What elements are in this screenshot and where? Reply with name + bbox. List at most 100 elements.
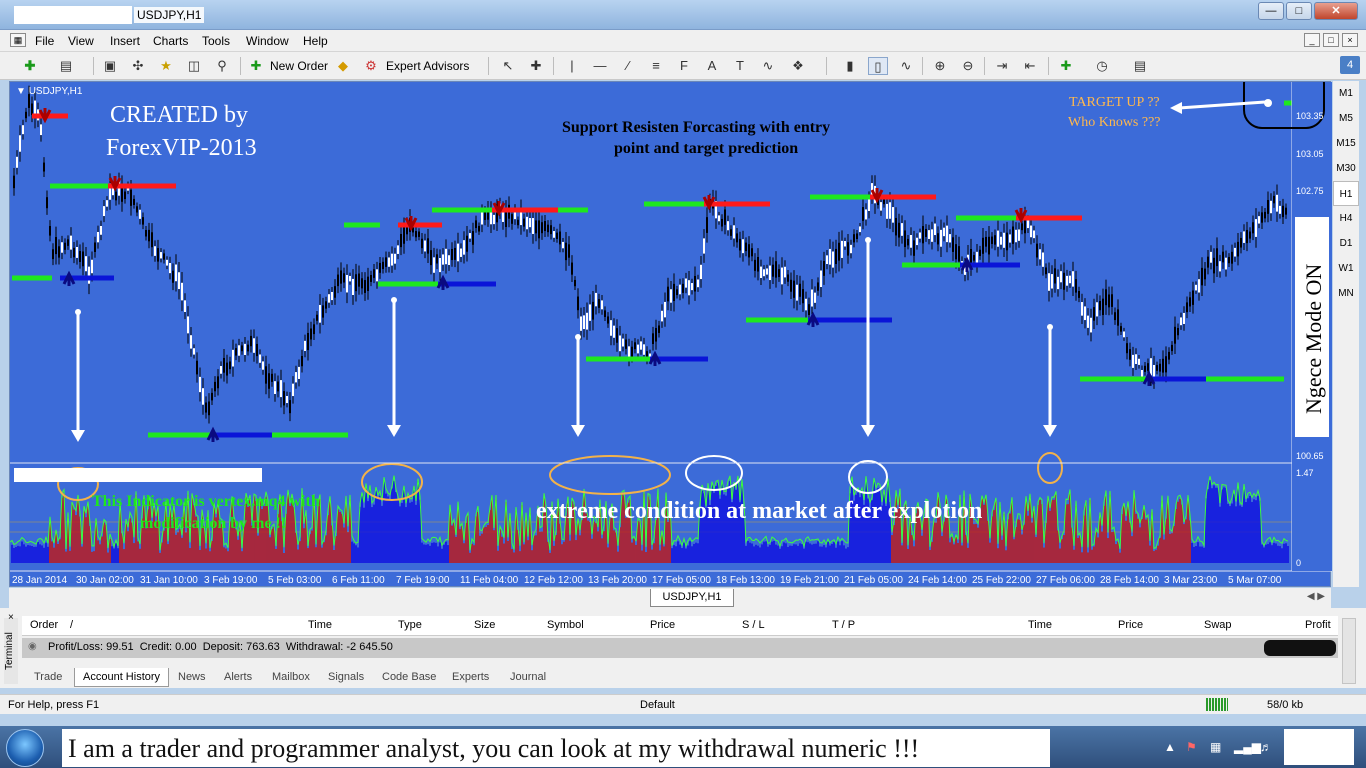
tab-code-base[interactable]: Code Base [376, 670, 442, 684]
templates-icon[interactable]: ▤ [1130, 57, 1150, 75]
bar-chart-icon[interactable]: ▮ [840, 57, 860, 75]
timeframe-m30[interactable]: M30 [1333, 156, 1359, 181]
maximize-button[interactable]: □ [1286, 2, 1312, 20]
fibonacci-icon[interactable]: F [674, 57, 694, 75]
horizontal-line-icon[interactable]: — [590, 57, 610, 75]
network-icon[interactable]: ▂▄▆ [1234, 740, 1261, 754]
candle-body [925, 228, 927, 237]
minimize-button[interactable]: — [1258, 2, 1284, 20]
data-window-icon[interactable]: ✣ [128, 57, 148, 75]
timeframe-m1[interactable]: M1 [1333, 81, 1359, 106]
col-close-price[interactable]: Price [1118, 619, 1143, 631]
tab-alerts[interactable]: Alerts [218, 670, 258, 684]
clock-area[interactable] [1284, 729, 1354, 765]
menu-insert[interactable]: Insert [110, 34, 140, 48]
start-button[interactable] [6, 729, 44, 767]
toolbar-badge[interactable]: 4 [1340, 56, 1360, 74]
expert-advisors-button[interactable]: Expert Advisors [386, 59, 469, 73]
child-restore-button[interactable]: □ [1323, 33, 1339, 47]
tab-account-history[interactable]: Account History [74, 668, 170, 687]
volume-icon[interactable]: ♬ [1260, 740, 1272, 754]
terminal-scrollbar[interactable] [1342, 618, 1356, 684]
timeframe-mn[interactable]: MN [1333, 281, 1359, 306]
tab-journal[interactable]: Journal [504, 670, 552, 684]
col-tp[interactable]: T / P [832, 619, 855, 631]
menu-window[interactable]: Window [246, 34, 289, 48]
elliott-wave-icon[interactable]: ∿ [758, 57, 778, 75]
zoom-out-icon[interactable]: ⊖ [958, 57, 978, 75]
navigator-icon[interactable]: ★ [156, 57, 176, 75]
text-label-icon[interactable]: T [730, 57, 750, 75]
close-button[interactable]: ✕ [1314, 2, 1358, 20]
col-profit[interactable]: Profit [1305, 619, 1331, 631]
chart-tab[interactable]: USDJPY,H1 [650, 589, 734, 607]
periodicity-icon[interactable]: ◷ [1092, 57, 1112, 75]
timeframe-m15[interactable]: M15 [1333, 131, 1359, 156]
child-minimize-button[interactable]: _ [1304, 33, 1320, 47]
tab-mailbox[interactable]: Mailbox [266, 670, 316, 684]
tab-trade[interactable]: Trade [28, 670, 68, 684]
child-close-button[interactable]: × [1342, 33, 1358, 47]
candle-body [910, 234, 912, 248]
market-watch-icon[interactable]: ▣ [100, 57, 120, 75]
col-order[interactable]: Order [30, 619, 58, 631]
chart-window-icon[interactable]: ▦ [10, 33, 26, 47]
menu-charts[interactable]: Charts [153, 34, 188, 48]
window-title-bar: USDJPY,H1 — □ ✕ [0, 0, 1366, 30]
col-time[interactable]: Time [308, 619, 332, 631]
timeframe-h4[interactable]: H4 [1333, 206, 1359, 231]
zoom-in-icon[interactable]: ⊕ [930, 57, 950, 75]
tab-news[interactable]: News [172, 670, 212, 684]
text-icon[interactable]: A [702, 57, 722, 75]
new-order-button[interactable]: New Order [270, 59, 328, 73]
new-chart-icon[interactable]: ✚ [20, 57, 40, 75]
menu-file[interactable]: File [35, 34, 54, 48]
indicators-icon[interactable]: ✚ [1056, 57, 1076, 75]
candlestick-icon[interactable]: ▯ [868, 57, 888, 75]
device-icon[interactable]: ▦ [1210, 740, 1221, 754]
auto-scroll-icon[interactable]: ⇥ [992, 57, 1012, 75]
col-symbol[interactable]: Symbol [547, 619, 584, 631]
menu-view[interactable]: View [68, 34, 94, 48]
candle-body [1228, 256, 1230, 264]
col-size[interactable]: Size [474, 619, 495, 631]
new-order-icon[interactable]: ✚ [246, 57, 266, 75]
line-chart-icon[interactable]: ∿ [896, 57, 916, 75]
timeframe-w1[interactable]: W1 [1333, 256, 1359, 281]
tab-signals[interactable]: Signals [322, 670, 370, 684]
price-chart[interactable]: ▼ USDJPY,H1 CREATED by ForexVIP-2013 Sup… [10, 82, 1332, 588]
tab-experts[interactable]: Experts [446, 670, 495, 684]
col-type[interactable]: Type [398, 619, 422, 631]
timeframe-h1[interactable]: H1 [1333, 181, 1359, 206]
summary-row[interactable]: ◉ Profit/Loss: 99.51 Credit: 0.00 Deposi… [22, 638, 1338, 658]
chart-area[interactable]: ▼ USDJPY,H1 CREATED by ForexVIP-2013 Sup… [9, 81, 1332, 588]
cursor-icon[interactable]: ↖ [498, 57, 518, 75]
terminal-window-icon[interactable]: ◫ [184, 57, 204, 75]
vertical-line-icon[interactable]: | [562, 57, 582, 75]
timeframe-d1[interactable]: D1 [1333, 231, 1359, 256]
chart-shift-icon[interactable]: ⇤ [1020, 57, 1040, 75]
action-center-icon[interactable]: ⚑ [1186, 740, 1197, 754]
terminal-close-icon[interactable]: × [8, 612, 14, 623]
menu-tools[interactable]: Tools [202, 34, 230, 48]
col-sort[interactable]: / [70, 619, 73, 631]
profiles-icon[interactable]: ▤ [56, 57, 76, 75]
candle-body [994, 235, 996, 245]
tab-scroll-arrows[interactable]: ◀ ▶ [1307, 591, 1325, 602]
timeframe-m5[interactable]: M5 [1333, 106, 1359, 131]
equidistant-channel-icon[interactable]: ≡ [646, 57, 666, 75]
menu-help[interactable]: Help [303, 34, 328, 48]
strategy-tester-icon[interactable]: ⚲ [212, 57, 232, 75]
col-swap[interactable]: Swap [1204, 619, 1232, 631]
tray-arrow-icon[interactable]: ▲ [1164, 740, 1176, 754]
col-close-time[interactable]: Time [1028, 619, 1052, 631]
trendline-icon[interactable]: ∕ [618, 57, 638, 75]
candle-body [934, 223, 936, 236]
expert-advisors-icon[interactable]: ⚙ [361, 57, 381, 75]
metaeditor-icon[interactable]: ◆ [333, 57, 353, 75]
col-sl[interactable]: S / L [742, 619, 765, 631]
col-price[interactable]: Price [650, 619, 675, 631]
arrows-icon[interactable]: ❖ [788, 57, 808, 75]
crosshair-icon[interactable]: ✚ [526, 57, 546, 75]
candle-body [1078, 291, 1080, 298]
